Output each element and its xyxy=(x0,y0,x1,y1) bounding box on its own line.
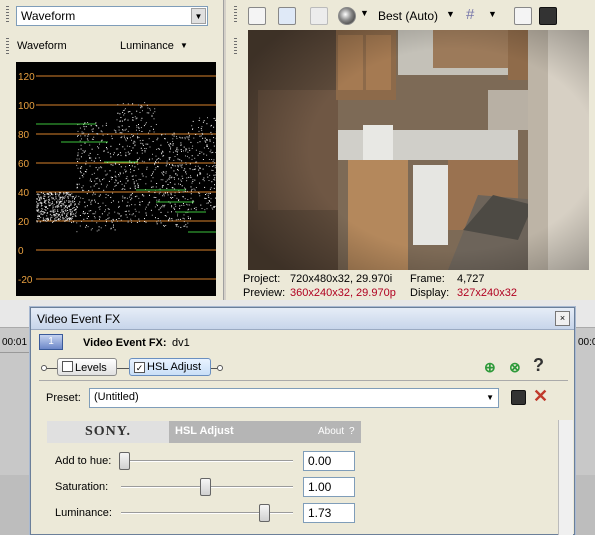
timecode-left: 00:01 xyxy=(2,337,28,348)
panel-grip[interactable] xyxy=(6,38,9,56)
split-screen-icon[interactable] xyxy=(310,7,328,25)
remove-plugin-icon[interactable]: ⊗ xyxy=(509,359,521,376)
chain-plugin-levels[interactable]: Levels xyxy=(57,358,117,376)
waveform-graph: 120 100 80 60 40 20 0 -20 xyxy=(18,72,217,286)
track-number-badge: 1 xyxy=(39,334,63,350)
preview-value: 360x240x32, 29.970p xyxy=(290,287,396,299)
hue-slider-track[interactable] xyxy=(121,460,293,462)
save-preset-icon[interactable] xyxy=(511,390,526,405)
delete-preset-icon[interactable]: ✕ xyxy=(533,386,548,407)
divider xyxy=(39,380,568,381)
levels-checkbox[interactable] xyxy=(62,361,73,372)
plugin-header: SONY. HSL Adjust About ? xyxy=(47,421,361,443)
param-label-luminance: Luminance: xyxy=(55,507,112,519)
scope-mode-dropdown[interactable]: Luminance xyxy=(120,40,174,52)
luminance-slider-thumb[interactable] xyxy=(259,504,270,522)
chain-plugin-label: HSL Adjust xyxy=(147,361,202,373)
waveform-trace xyxy=(36,102,217,233)
help-icon[interactable]: ? xyxy=(533,355,544,376)
chevron-down-icon[interactable]: ▼ xyxy=(180,41,188,50)
scope-scale-label: 120 xyxy=(18,72,35,83)
dialog-scrollbar[interactable] xyxy=(558,420,573,535)
close-icon[interactable]: × xyxy=(555,311,570,326)
saturation-value-field[interactable]: 1.00 xyxy=(303,477,355,497)
external-monitor-icon[interactable] xyxy=(278,7,296,25)
overlay-icon[interactable] xyxy=(338,7,356,25)
param-label-saturation: Saturation: xyxy=(55,481,109,493)
about-link[interactable]: About xyxy=(318,426,344,437)
frame-label: Frame: xyxy=(410,273,445,285)
dialog-titlebar[interactable]: Video Event FX × xyxy=(31,308,574,330)
scope-scale-label: 20 xyxy=(18,217,30,228)
scope-type-value: Waveform xyxy=(21,9,76,23)
chain-line xyxy=(47,368,57,369)
scope-scale-label: 0 xyxy=(18,246,24,257)
video-event-fx-dialog: Video Event FX × 1 Video Event FX: dv1 L… xyxy=(30,307,575,535)
panel-grip[interactable] xyxy=(6,6,9,24)
scope-type-dropdown[interactable]: Waveform ▼ xyxy=(16,6,208,26)
save-snapshot-icon[interactable] xyxy=(539,7,557,25)
chevron-down-icon: ▼ xyxy=(191,8,206,24)
chevron-down-icon[interactable]: ▼ xyxy=(360,8,369,28)
waveform-display: 120 100 80 60 40 20 0 -20 xyxy=(16,62,217,296)
scope-scale-label: 100 xyxy=(18,101,35,112)
preview-quality-dropdown[interactable]: Best (Auto) xyxy=(378,9,438,29)
preset-value: (Untitled) xyxy=(94,391,139,403)
chain-plugin-hsl-adjust[interactable]: ✓ HSL Adjust xyxy=(129,358,211,376)
video-frame xyxy=(248,30,589,270)
scope-scale-label: 80 xyxy=(18,130,30,141)
chevron-down-icon: ▼ xyxy=(486,393,494,402)
plugin-name: HSL Adjust xyxy=(175,425,234,437)
fx-label: Video Event FX: xyxy=(83,337,167,349)
about-help-icon[interactable]: ? xyxy=(349,426,355,437)
scope-scale-label: 60 xyxy=(18,159,30,170)
cursor-icon[interactable] xyxy=(248,7,266,25)
timecode-right: 00:0 xyxy=(578,337,595,348)
frame-value: 4,727 xyxy=(457,273,485,285)
hue-slider-thumb[interactable] xyxy=(119,452,130,470)
scope-scale-label: 40 xyxy=(18,188,30,199)
scope-title: Waveform xyxy=(17,40,67,52)
display-value: 327x240x32 xyxy=(457,287,517,299)
video-preview-panel: ▼ Best (Auto) ▼ # ▼ Project: 720x480x32,… xyxy=(226,0,595,300)
param-label-hue: Add to hue: xyxy=(55,455,112,467)
copy-snapshot-icon[interactable] xyxy=(514,7,532,25)
kitchen-scene-image xyxy=(248,30,589,270)
chain-line xyxy=(117,368,129,369)
saturation-slider-thumb[interactable] xyxy=(200,478,211,496)
preset-dropdown[interactable]: (Untitled) ▼ xyxy=(89,388,499,408)
chevron-down-icon[interactable]: ▼ xyxy=(446,9,455,29)
scope-scale-label: -20 xyxy=(18,275,33,286)
project-value: 720x480x32, 29.970i xyxy=(290,273,393,285)
panel-grip[interactable] xyxy=(234,6,237,24)
chain-end-node xyxy=(217,365,223,371)
grid-icon[interactable]: # xyxy=(466,6,474,26)
panel-grip[interactable] xyxy=(234,38,237,56)
chevron-down-icon[interactable]: ▼ xyxy=(488,9,497,29)
sony-logo: SONY. xyxy=(47,421,169,443)
dialog-title: Video Event FX xyxy=(37,312,121,326)
fx-target: dv1 xyxy=(172,337,190,349)
project-label: Project: xyxy=(243,273,281,285)
hue-value-field[interactable]: 0.00 xyxy=(303,451,355,471)
preset-label: Preset: xyxy=(46,392,81,404)
hsl-checkbox[interactable]: ✓ xyxy=(134,362,145,373)
ruler-line xyxy=(0,352,30,353)
luminance-value-field[interactable]: 1.73 xyxy=(303,503,355,523)
chain-plugin-label: Levels xyxy=(75,362,107,374)
preview-label: Preview: xyxy=(243,287,286,299)
display-label: Display: xyxy=(410,287,450,299)
add-plugin-icon[interactable]: ⊕ xyxy=(484,359,496,376)
video-scopes-panel: Waveform ▼ Waveform Luminance ▼ 120 100 80… xyxy=(0,0,224,300)
